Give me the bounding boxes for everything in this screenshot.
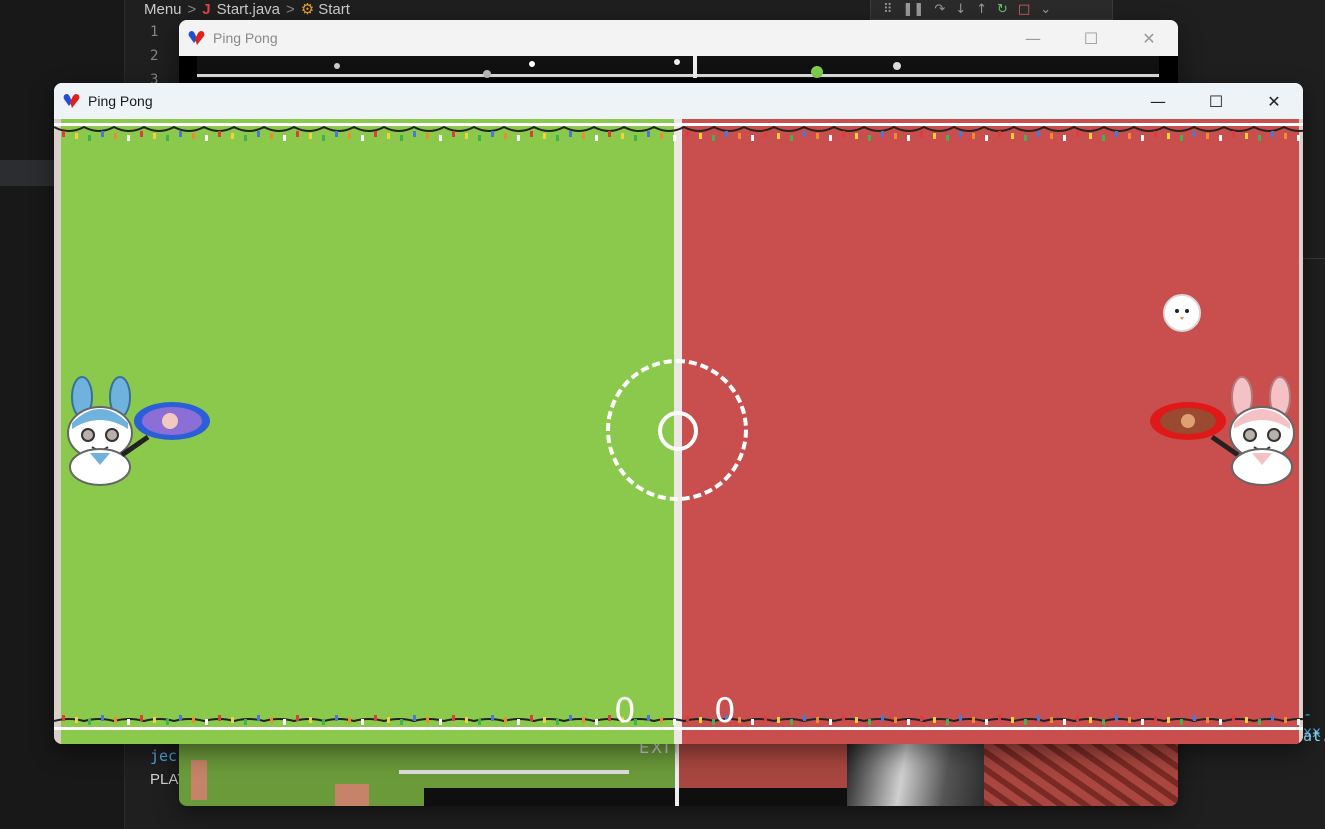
code-fragment: at. (1303, 727, 1325, 745)
score-left: 0 (614, 691, 636, 731)
breadcrumb-menu[interactable]: Menu (144, 1, 182, 18)
court-border-left (54, 119, 61, 744)
breadcrumb: Menu > J Start.java > ⚙ Start (144, 0, 350, 20)
chevron-right-icon: > (187, 1, 197, 18)
breadcrumb-file[interactable]: Start.java (217, 1, 280, 18)
window-title: Ping Pong (213, 30, 278, 46)
window-titlebar[interactable]: Ping Pong — ☐ ✕ (179, 20, 1178, 56)
pause-icon[interactable]: ❚❚ (903, 2, 925, 17)
minimize-button[interactable]: — (1004, 20, 1062, 56)
chevron-down-icon[interactable]: ⌄ (1040, 2, 1051, 17)
class-icon: ⚙ (300, 1, 315, 18)
window-titlebar[interactable]: Ping Pong — ☐ ✕ (54, 83, 1303, 119)
heart-app-icon (187, 29, 207, 47)
ping-pong-window: Ping Pong — ☐ ✕ 0 0 (54, 83, 1303, 744)
line-number: 2 (150, 48, 159, 64)
maximize-button[interactable]: ☐ (1187, 83, 1245, 119)
divider (1302, 258, 1325, 259)
christmas-lights-bottom (54, 715, 1303, 730)
stop-icon[interactable]: □ (1018, 2, 1030, 17)
center-spot (658, 411, 698, 451)
pink-bunny-player (1229, 376, 1295, 486)
minimize-button[interactable]: — (1129, 83, 1187, 119)
drag-handle-icon[interactable]: ⠿ (883, 2, 893, 17)
blue-paddle (120, 402, 210, 458)
chevron-right-icon: > (286, 1, 295, 18)
christmas-lights-top (54, 123, 1303, 141)
breadcrumb-class[interactable]: Start (318, 1, 350, 18)
game-field[interactable]: 0 0 (54, 119, 1303, 744)
code-fragment: jec (150, 747, 178, 765)
close-button[interactable]: ✕ (1245, 83, 1303, 119)
line-number: 1 (150, 24, 159, 40)
step-into-icon[interactable]: ↓ (955, 2, 966, 17)
window-title: Ping Pong (88, 93, 153, 109)
restart-icon[interactable]: ↻ (997, 2, 1008, 17)
close-button[interactable]: ✕ (1120, 20, 1178, 56)
back-field-top (197, 56, 1159, 78)
heart-app-icon (62, 92, 82, 110)
java-file-icon: J (202, 1, 211, 18)
back-field-bottom: EXIT (179, 738, 1178, 806)
step-out-icon[interactable]: ↑ (976, 2, 987, 17)
maximize-button[interactable]: ☐ (1062, 20, 1120, 56)
snowball-ball (1163, 294, 1201, 332)
debug-toolbar: ⠿ ❚❚ ↷ ↓ ↑ ↻ □ ⌄ (870, 0, 1113, 20)
step-over-icon[interactable]: ↷ (934, 2, 945, 17)
score-right: 0 (714, 691, 736, 731)
